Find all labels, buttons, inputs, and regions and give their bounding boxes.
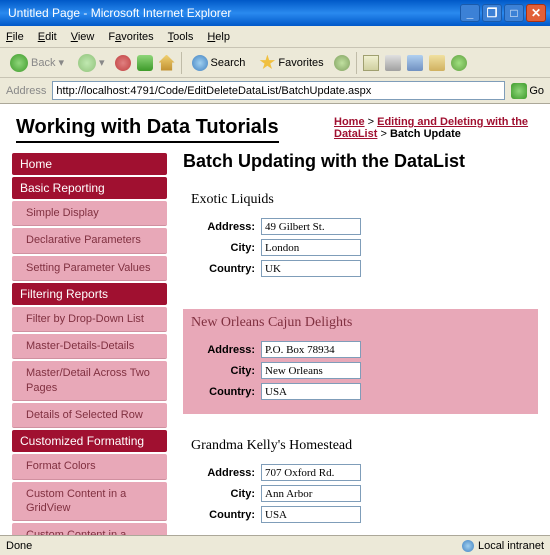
nav-master-detail-two[interactable]: Master/Detail Across Two Pages: [12, 361, 167, 401]
country-input[interactable]: [261, 506, 361, 523]
nav-declarative-parameters[interactable]: Declarative Parameters: [12, 228, 167, 253]
menu-favorites[interactable]: Favorites: [108, 31, 153, 43]
forward-icon: [78, 54, 96, 72]
close-button[interactable]: ✕: [526, 4, 546, 22]
menu-file[interactable]: File: [6, 31, 24, 43]
window-titlebar: Untitled Page - Microsoft Internet Explo…: [0, 0, 550, 26]
city-label: City:: [191, 488, 255, 500]
city-label: City:: [191, 242, 255, 254]
breadcrumb: Home > Editing and Deleting with the Dat…: [334, 116, 534, 143]
nav-details-selected[interactable]: Details of Selected Row: [12, 403, 167, 428]
maximize-button[interactable]: □: [504, 4, 524, 22]
address-label: Address:: [191, 344, 255, 356]
country-label: Country:: [191, 263, 255, 275]
country-input[interactable]: [261, 260, 361, 277]
window-title: Untitled Page - Microsoft Internet Explo…: [4, 6, 460, 20]
messenger-icon[interactable]: [451, 55, 467, 71]
address-input[interactable]: [261, 218, 361, 235]
nav-customized-formatting[interactable]: Customized Formatting: [12, 430, 167, 452]
history-icon[interactable]: [334, 55, 350, 71]
print-icon[interactable]: [385, 55, 401, 71]
nav-custom-gridview[interactable]: Custom Content in a GridView: [12, 482, 167, 522]
supplier-block: Grandma Kelly's Homestead Address: City:…: [183, 432, 538, 535]
sidebar: Home Basic Reporting Simple Display Decl…: [12, 151, 167, 535]
restore-button[interactable]: ❐: [482, 4, 502, 22]
supplier-block: New Orleans Cajun Delights Address: City…: [183, 309, 538, 414]
menu-edit[interactable]: Edit: [38, 31, 57, 43]
forward-button: ▾: [74, 52, 109, 74]
address-label: Address:: [191, 467, 255, 479]
minimize-button[interactable]: _: [460, 4, 480, 22]
stop-icon[interactable]: [115, 55, 131, 71]
address-input[interactable]: [52, 81, 505, 100]
refresh-icon[interactable]: [137, 55, 153, 71]
supplier-name: Grandma Kelly's Homestead: [191, 438, 530, 454]
city-input[interactable]: [261, 362, 361, 379]
nav-filtering-reports[interactable]: Filtering Reports: [12, 283, 167, 305]
nav-home[interactable]: Home: [12, 153, 167, 175]
nav-custom-detailsview[interactable]: Custom Content in a DetailsView: [12, 523, 167, 535]
main-content: Batch Updating with the DataList Exotic …: [183, 151, 538, 535]
go-button[interactable]: Go: [511, 83, 544, 99]
nav-filter-dropdown[interactable]: Filter by Drop-Down List: [12, 307, 167, 332]
discuss-icon[interactable]: [429, 55, 445, 71]
zone-text: Local intranet: [478, 540, 544, 552]
page-heading: Batch Updating with the DataList: [183, 151, 538, 172]
mail-icon[interactable]: [363, 55, 379, 71]
address-bar: Address Go: [0, 78, 550, 104]
content-area: Working with Data Tutorials Home > Editi…: [0, 104, 550, 535]
menubar: File Edit View Favorites Tools Help: [0, 26, 550, 48]
favorites-button[interactable]: Favorites: [255, 53, 327, 73]
city-label: City:: [191, 365, 255, 377]
supplier-block: Exotic Liquids Address: City: Country:: [183, 186, 538, 291]
star-icon: [259, 55, 275, 71]
crumb-home[interactable]: Home: [334, 116, 365, 128]
go-icon: [511, 83, 527, 99]
supplier-name: Exotic Liquids: [191, 192, 530, 208]
zone-icon: [462, 540, 474, 552]
toolbar: Back ▾ ▾ Search Favorites: [0, 48, 550, 78]
search-icon: [192, 55, 208, 71]
nav-simple-display[interactable]: Simple Display: [12, 201, 167, 226]
country-input[interactable]: [261, 383, 361, 400]
country-label: Country:: [191, 509, 255, 521]
nav-format-colors[interactable]: Format Colors: [12, 454, 167, 479]
menu-help[interactable]: Help: [207, 31, 230, 43]
address-input[interactable]: [261, 341, 361, 358]
supplier-name: New Orleans Cajun Delights: [191, 315, 530, 331]
back-icon: [10, 54, 28, 72]
search-button[interactable]: Search: [188, 53, 250, 73]
address-input[interactable]: [261, 464, 361, 481]
nav-master-details[interactable]: Master-Details-Details: [12, 334, 167, 359]
menu-view[interactable]: View: [71, 31, 95, 43]
address-label: Address:: [191, 221, 255, 233]
country-label: Country:: [191, 386, 255, 398]
city-input[interactable]: [261, 485, 361, 502]
city-input[interactable]: [261, 239, 361, 256]
crumb-current: Batch Update: [390, 128, 461, 140]
nav-basic-reporting[interactable]: Basic Reporting: [12, 177, 167, 199]
menu-tools[interactable]: Tools: [168, 31, 194, 43]
statusbar: Done Local intranet: [0, 535, 550, 555]
status-text: Done: [6, 540, 32, 552]
address-label: Address: [6, 85, 46, 97]
nav-setting-parameter[interactable]: Setting Parameter Values: [12, 256, 167, 281]
site-title: Working with Data Tutorials: [16, 116, 279, 143]
back-button[interactable]: Back ▾: [6, 52, 68, 74]
home-icon[interactable]: [159, 55, 175, 71]
edit-icon[interactable]: [407, 55, 423, 71]
